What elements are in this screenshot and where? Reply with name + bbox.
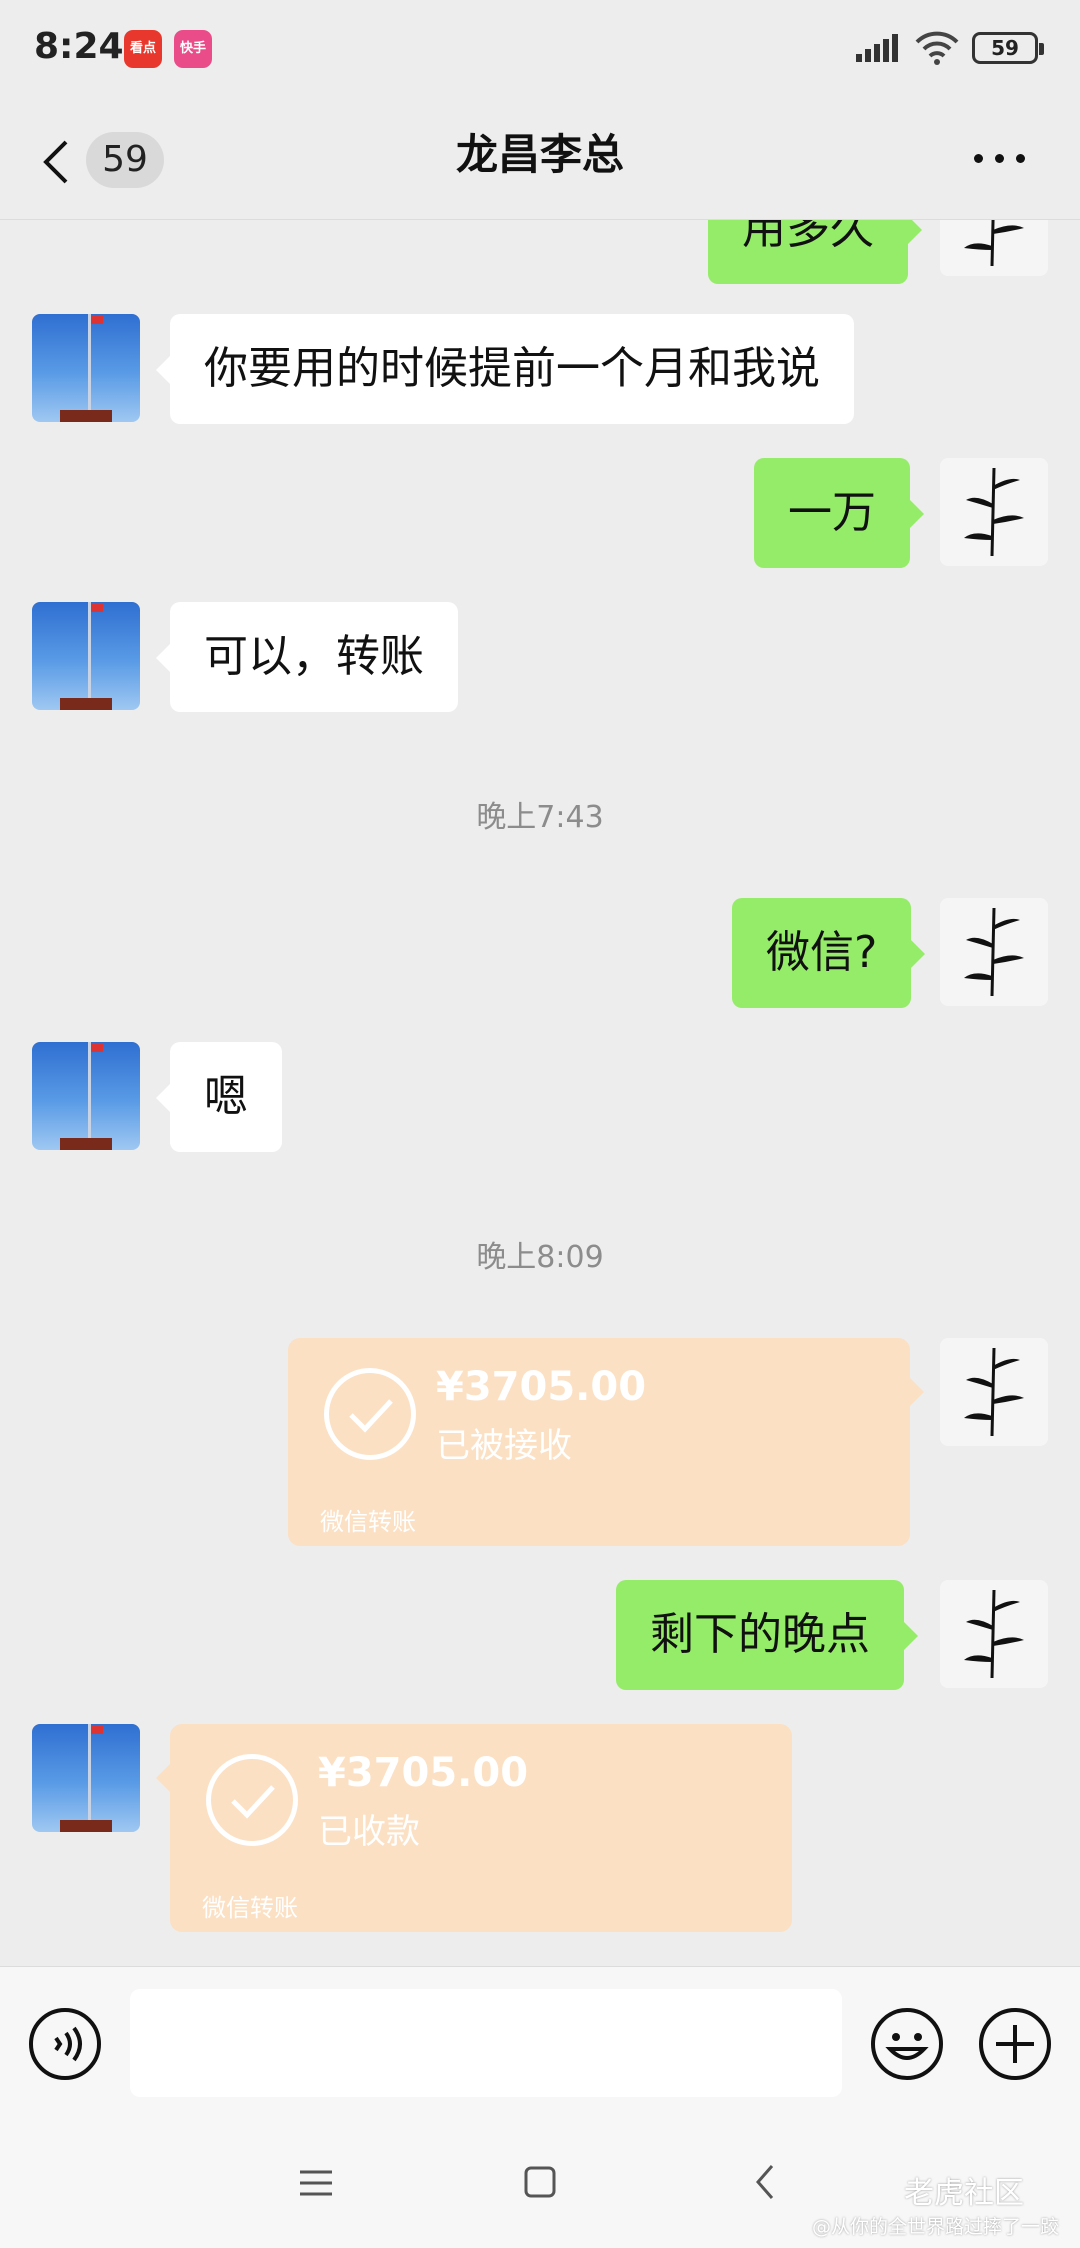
plus-icon[interactable] bbox=[978, 2007, 1052, 2081]
message-bubble-sent[interactable]: 剩下的晚点 bbox=[616, 1580, 918, 1690]
timestamp-separator: 晚上8:09 bbox=[476, 1240, 604, 1275]
transfer-status: 已被接收 bbox=[436, 1426, 572, 1466]
check-icon bbox=[206, 1754, 298, 1846]
message-bubble-received[interactable]: 嗯 bbox=[156, 1042, 282, 1152]
my-avatar[interactable] bbox=[940, 1580, 1048, 1688]
my-avatar[interactable] bbox=[940, 220, 1048, 276]
message-bubble-sent[interactable]: 用多久 bbox=[708, 220, 922, 284]
transfer-status: 已收款 bbox=[318, 1812, 420, 1852]
chevron-left-icon bbox=[43, 140, 68, 184]
kandian-app-icon: 看点 bbox=[124, 30, 162, 68]
message-list[interactable]: 用多久 你要用的时候提前一个月和我说 一万 可以，转账 晚上7:43 微信? 嗯… bbox=[0, 220, 1080, 1966]
transfer-amount: ¥3705.00 bbox=[318, 1750, 529, 1796]
status-time: 8:24 bbox=[34, 26, 124, 67]
home-icon[interactable] bbox=[510, 2158, 570, 2208]
transfer-card-sent[interactable]: ¥3705.00 已被接收 微信转账 bbox=[288, 1338, 924, 1546]
unread-count-badge: 59 bbox=[86, 132, 164, 188]
check-icon bbox=[324, 1368, 416, 1460]
watermark-brand: 老虎社区 bbox=[904, 2176, 1024, 2211]
message-bubble-received[interactable]: 你要用的时候提前一个月和我说 bbox=[156, 314, 854, 424]
transfer-footer: 微信转账 bbox=[320, 1508, 416, 1536]
battery-indicator: 59 bbox=[972, 32, 1044, 64]
input-bar bbox=[0, 1966, 1080, 2120]
bamboo-icon bbox=[964, 1589, 1024, 1679]
bamboo-icon bbox=[964, 1347, 1024, 1437]
more-icon[interactable] bbox=[972, 148, 1028, 168]
bamboo-icon bbox=[964, 467, 1024, 557]
watermark-credit: @从你的全世界路过摔了一跤 bbox=[812, 2216, 1060, 2238]
status-bar: 8:24 看点 快手 59 bbox=[0, 0, 1080, 100]
back-button[interactable]: 59 bbox=[40, 130, 170, 190]
contact-avatar[interactable] bbox=[32, 1042, 140, 1150]
back-icon[interactable] bbox=[736, 2158, 796, 2208]
transfer-footer: 微信转账 bbox=[202, 1894, 298, 1922]
chat-header: 龙昌李总 59 bbox=[0, 100, 1080, 220]
message-bubble-received[interactable]: 可以，转账 bbox=[156, 602, 458, 712]
contact-avatar[interactable] bbox=[32, 1724, 140, 1832]
my-avatar[interactable] bbox=[940, 898, 1048, 1006]
timestamp-separator: 晚上7:43 bbox=[476, 800, 604, 835]
kuaishou-app-icon: 快手 bbox=[174, 30, 212, 68]
wifi-icon bbox=[915, 31, 959, 65]
message-input[interactable] bbox=[130, 1989, 842, 2097]
contact-avatar[interactable] bbox=[32, 602, 140, 710]
message-bubble-sent[interactable]: 一万 bbox=[754, 458, 924, 568]
contact-avatar[interactable] bbox=[32, 314, 140, 422]
my-avatar[interactable] bbox=[940, 1338, 1048, 1446]
message-bubble-sent[interactable]: 微信? bbox=[732, 898, 926, 1008]
emoji-icon[interactable] bbox=[870, 2007, 944, 2081]
transfer-amount: ¥3705.00 bbox=[436, 1364, 647, 1410]
transfer-card-received[interactable]: ¥3705.00 已收款 微信转账 bbox=[156, 1724, 792, 1932]
my-avatar[interactable] bbox=[940, 458, 1048, 566]
signal-icon bbox=[856, 34, 898, 62]
menu-icon[interactable] bbox=[286, 2158, 346, 2208]
bamboo-icon bbox=[964, 220, 1024, 267]
bamboo-icon bbox=[964, 907, 1024, 997]
voice-icon[interactable] bbox=[28, 2007, 102, 2081]
